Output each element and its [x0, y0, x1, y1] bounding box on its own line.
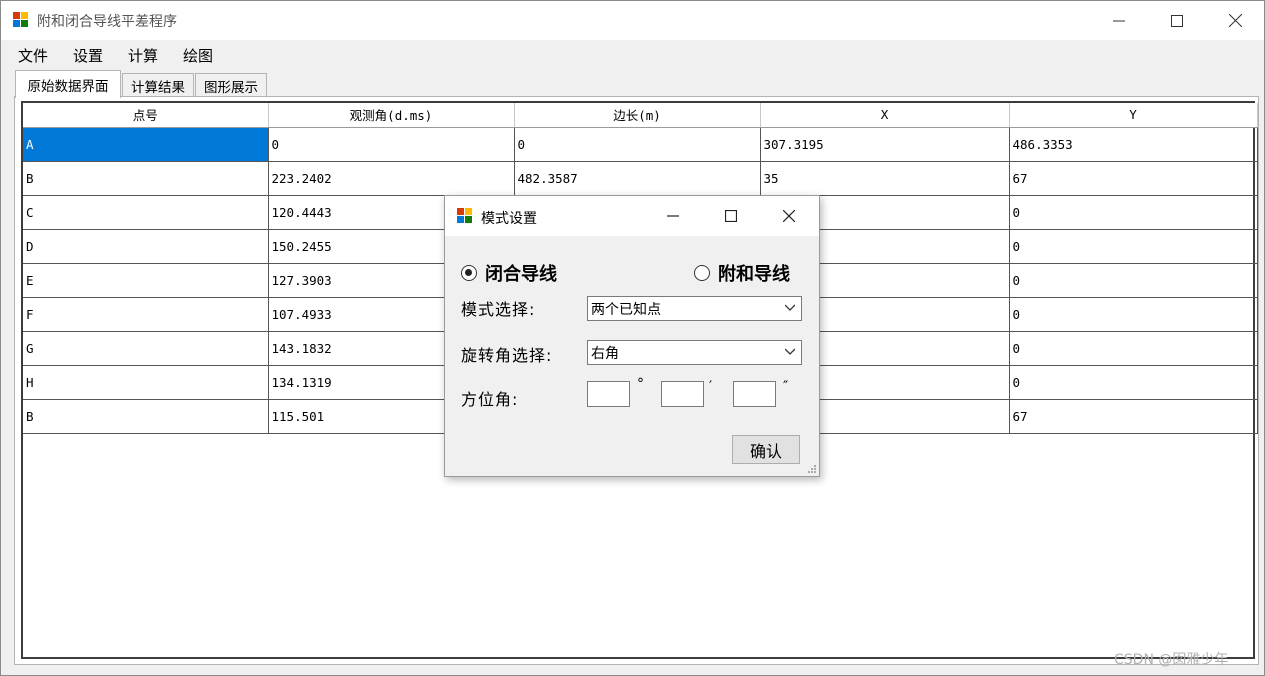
header-row: 点号 观测角(d.ms) 边长(m) X Y — [23, 103, 1258, 128]
table-cell[interactable]: 0 — [1009, 195, 1258, 230]
menu-draw[interactable]: 绘图 — [181, 45, 215, 66]
close-icon — [783, 210, 795, 222]
close-button[interactable] — [1206, 1, 1264, 40]
header-point[interactable]: 点号 — [23, 103, 269, 128]
title-bar: 附和闭合导线平差程序 — [1, 1, 1264, 40]
table-cell[interactable]: D — [23, 229, 269, 264]
table-cell[interactable]: 0 — [514, 127, 761, 162]
tab-results[interactable]: 计算结果 — [122, 73, 194, 98]
table-cell[interactable]: 0 — [1009, 365, 1258, 400]
table-cell[interactable]: B — [23, 161, 269, 196]
tab-graphics[interactable]: 图形展示 — [195, 73, 267, 98]
confirm-button[interactable]: 确认 — [732, 435, 800, 464]
table-row: A 0 0 307.3195 486.3353 — [23, 127, 1258, 162]
dialog-title-bar: 模式设置 — [445, 196, 819, 236]
header-y[interactable]: Y — [1009, 103, 1258, 128]
chevron-down-icon — [785, 348, 795, 355]
table-cell[interactable]: C — [23, 195, 269, 230]
radio-unchecked-icon — [694, 265, 710, 281]
rotation-select-value: 右角 — [591, 345, 619, 362]
watermark: CSDN @囡雅少年 — [1114, 652, 1229, 668]
minimize-icon — [667, 215, 679, 217]
resize-grip-icon[interactable] — [807, 464, 816, 473]
radio-closed-traverse[interactable]: 闭合导线 — [461, 260, 557, 286]
rotation-select[interactable]: 右角 — [587, 340, 802, 365]
dialog-maximize-button[interactable] — [707, 200, 755, 232]
minimize-button[interactable] — [1090, 1, 1148, 40]
header-angle[interactable]: 观测角(d.ms) — [268, 103, 515, 128]
azimuth-degrees-input[interactable] — [587, 381, 630, 407]
table-cell[interactable]: F — [23, 297, 269, 332]
azimuth-minutes-input[interactable] — [661, 381, 704, 407]
table-row: B 223.2402 482.3587 35 67 — [23, 161, 1258, 196]
table-cell[interactable]: 0 — [1009, 297, 1258, 332]
mode-label: 模式选择: — [461, 300, 536, 319]
dialog-close-button[interactable] — [765, 200, 813, 232]
degree-unit: ° — [637, 376, 644, 392]
header-length[interactable]: 边长(m) — [514, 103, 761, 128]
table-cell[interactable]: 35 — [760, 161, 1010, 196]
table-cell[interactable]: G — [23, 331, 269, 366]
second-unit: ″ — [783, 379, 789, 395]
mode-select-value: 两个已知点 — [591, 301, 661, 318]
chevron-down-icon — [785, 304, 795, 311]
table-cell[interactable]: 0 — [268, 127, 515, 162]
radio-attached-label: 附和导线 — [718, 264, 790, 285]
maximize-icon — [725, 210, 737, 222]
table-cell[interactable]: A — [23, 127, 269, 162]
tab-raw-data[interactable]: 原始数据界面 — [15, 70, 121, 98]
maximize-icon — [1171, 14, 1183, 27]
table-cell[interactable]: 0 — [1009, 229, 1258, 264]
app-icon — [13, 12, 29, 28]
table-cell[interactable]: 307.3195 — [760, 127, 1010, 162]
window-title: 附和闭合导线平差程序 — [37, 14, 177, 30]
table-cell[interactable]: E — [23, 263, 269, 298]
app-icon — [457, 208, 473, 224]
rotation-label: 旋转角选择: — [461, 346, 553, 365]
menu-file[interactable]: 文件 — [16, 45, 50, 66]
dialog-minimize-button[interactable] — [649, 200, 697, 232]
radio-attached-traverse[interactable]: 附和导线 — [694, 260, 790, 286]
menu-bar: 文件 设置 计算 绘图 — [1, 40, 1264, 70]
azimuth-seconds-input[interactable] — [733, 381, 776, 407]
radio-closed-label: 闭合导线 — [485, 264, 557, 285]
menu-settings[interactable]: 设置 — [71, 45, 105, 66]
table-cell[interactable]: H — [23, 365, 269, 400]
table-cell[interactable]: 67 — [1009, 399, 1258, 434]
maximize-button[interactable] — [1148, 1, 1206, 40]
minute-unit: ′ — [709, 379, 713, 395]
menu-calculate[interactable]: 计算 — [126, 45, 160, 66]
mode-select[interactable]: 两个已知点 — [587, 296, 802, 321]
table-cell[interactable]: 486.3353 — [1009, 127, 1258, 162]
table-cell[interactable]: 0 — [1009, 263, 1258, 298]
radio-checked-icon — [461, 265, 477, 281]
table-cell[interactable]: B — [23, 399, 269, 434]
mode-settings-dialog: 模式设置 闭合导线 附和导线 模式选择: 两个已知点 旋转角选择: 右角 方位角… — [444, 195, 820, 477]
azimuth-label: 方位角: — [461, 390, 519, 409]
dialog-title: 模式设置 — [481, 211, 537, 227]
close-icon — [1228, 14, 1242, 27]
table-cell[interactable]: 67 — [1009, 161, 1258, 196]
table-cell[interactable]: 223.2402 — [268, 161, 515, 196]
table-cell[interactable]: 0 — [1009, 331, 1258, 366]
header-x[interactable]: X — [760, 103, 1010, 128]
table-cell[interactable]: 482.3587 — [514, 161, 761, 196]
minimize-icon — [1113, 20, 1125, 21]
